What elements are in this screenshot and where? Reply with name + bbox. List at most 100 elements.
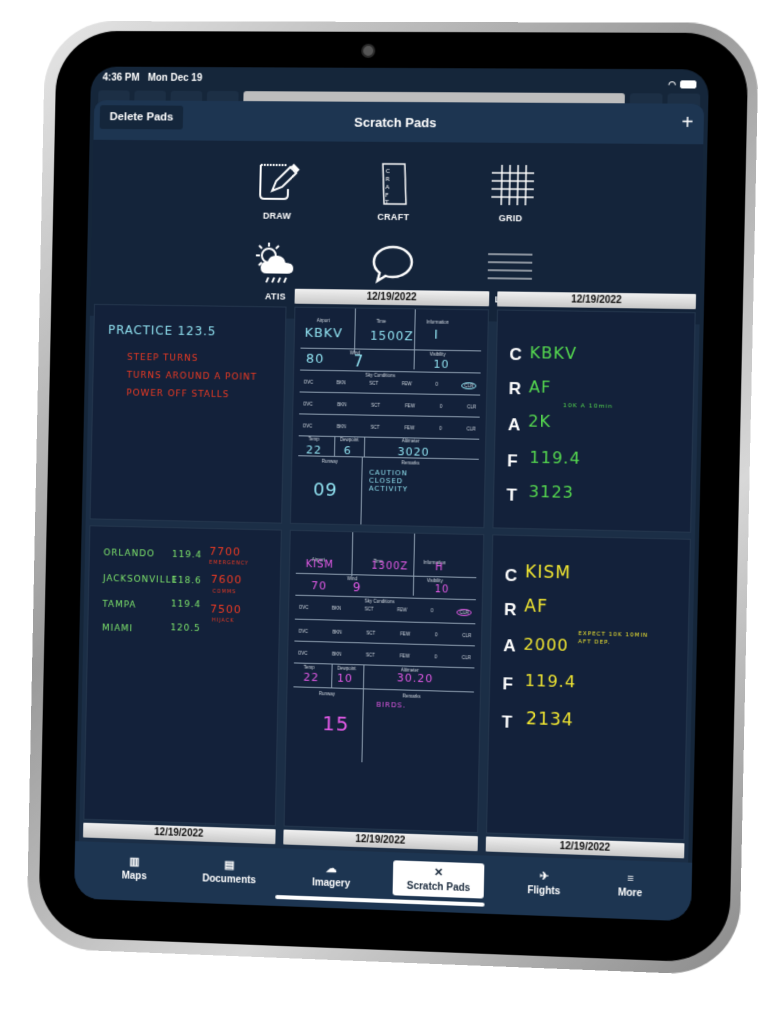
city-text: ORLANDO [103, 548, 155, 560]
lines-icon [485, 242, 534, 291]
sky-options-row: OVC BKN SCT FEW 0 CLR [297, 650, 471, 661]
craft-value: 2K [528, 411, 552, 432]
sky-conditions-label: Sky Conditions [365, 372, 396, 379]
tab-label: More [617, 887, 643, 900]
frequency-text: 118.6 [171, 575, 202, 587]
tab-more[interactable]: ≡ More [603, 868, 656, 904]
plus-icon: + [681, 111, 694, 135]
city-text: TAMPA [102, 599, 137, 611]
squawk-label: HIJACK [211, 617, 235, 625]
temp-label: Temp [308, 436, 320, 442]
notepad-pencil-icon [254, 158, 302, 206]
handwritten-text: STEEP TURNS [126, 352, 199, 364]
sky-options-row: OVC BKN SCT FEW 0 CLR [303, 380, 477, 390]
craft-letter: A [507, 415, 521, 435]
page-title: Scratch Pads [354, 114, 437, 130]
craft-value: KISM [524, 562, 572, 584]
visibility-value: 10 [433, 357, 450, 371]
speech-bubble-icon [372, 245, 413, 284]
dewpoint-label: Dewpoint [337, 665, 356, 672]
runway-value: 09 [312, 479, 339, 501]
handwritten-text: POWER OFF STALLS [126, 388, 230, 401]
tab-flights[interactable]: ✈ Flights [513, 864, 575, 901]
svg-text:A: A [385, 183, 390, 190]
handwritten-text: PRACTICE 123.5 [107, 322, 217, 339]
remarks-value: CAUTION CLOSED ACTIVITY [368, 468, 409, 494]
craft-letter: C [504, 565, 518, 586]
screen: 4:36 PM Mon Dec 19 ◠ Delete Pads Scratch… [73, 66, 710, 922]
craft-card-icon: CRAFT [381, 162, 406, 205]
airport-value: KBKV [304, 325, 344, 342]
svg-text:C: C [385, 167, 389, 174]
template-craft[interactable]: CRAFT CRAFT [335, 150, 453, 232]
scratch-pad[interactable]: Airport Time Information Wind Visibility… [282, 529, 485, 852]
tablet-bezel: 4:36 PM Mon Dec 19 ◠ Delete Pads Scratch… [38, 30, 749, 964]
sheet-header: Delete Pads Scratch Pads + [93, 100, 705, 145]
craft-letter: T [506, 485, 518, 505]
dewpoint-label: Dewpoint [339, 437, 359, 443]
scratch-pad[interactable]: 12/19/2022 Airport Time Information Wind… [289, 288, 490, 529]
template-grid[interactable]: GRID [451, 150, 571, 232]
tab-maps[interactable]: ▥ Maps [108, 850, 161, 887]
frequency-text: 119.4 [170, 599, 202, 611]
grid-icon [487, 160, 536, 209]
add-pad-button[interactable]: + [681, 112, 693, 135]
scratchpad-tools-icon: ✕ [433, 866, 444, 879]
pad-date: 12/19/2022 [294, 288, 490, 307]
menu-icon: ≡ [626, 872, 634, 885]
delete-pads-button[interactable]: Delete Pads [99, 105, 184, 130]
pad-canvas[interactable]: PRACTICE 123.5 STEEP TURNS TURNS AROUND … [89, 303, 287, 524]
pad-canvas[interactable]: C KBKV R AF A 2K 10K A 10min F 119.4 T 3… [492, 309, 696, 533]
pad-canvas[interactable]: Airport Time Information Wind Visibility… [283, 529, 485, 834]
pad-canvas[interactable]: Airport Time Information Wind Visibility… [289, 306, 490, 529]
svg-text:R: R [385, 175, 389, 182]
craft-value: 119.4 [529, 447, 582, 468]
scratch-pad[interactable]: ORLANDO 119.4 7700 EMERGENCY JACKSONVILL… [83, 525, 282, 845]
pads-grid: PRACTICE 123.5 STEEP TURNS TURNS AROUND … [83, 286, 697, 859]
camera-icon [361, 43, 376, 58]
frequency-text: 119.4 [171, 549, 203, 561]
altimeter-value: 3020 [397, 445, 430, 459]
remarks-label: Remarks [402, 693, 421, 699]
tab-scratch-pads[interactable]: ✕ Scratch Pads [392, 859, 485, 899]
craft-letter: F [507, 451, 518, 471]
scratch-pad[interactable]: C KISM R AF A 2000 EXPECT 10K 10MIN AFT … [485, 534, 691, 859]
craft-value: 3123 [528, 481, 575, 502]
craft-letter: T [501, 712, 513, 732]
tab-documents[interactable]: ▤ Documents [188, 853, 270, 891]
pad-canvas[interactable]: C KISM R AF A 2000 EXPECT 10K 10MIN AFT … [486, 534, 691, 841]
craft-value: 2000 [523, 634, 569, 655]
template-label: DRAW [262, 210, 292, 221]
city-text: JACKSONVILLE [102, 574, 179, 586]
remarks-value: BIRDS. [376, 700, 407, 710]
craft-value: KBKV [529, 343, 578, 363]
svg-text:T: T [384, 198, 389, 205]
wind-direction-value: 80 [305, 351, 325, 367]
tab-imagery[interactable]: ☁ Imagery [298, 856, 365, 893]
time-value: 1500Z [369, 328, 414, 344]
craft-letter: R [503, 599, 517, 620]
information-value: H [434, 562, 444, 574]
craft-note: EXPECT 10K 10MIN AFT DEP. [578, 631, 649, 646]
time-value: 1300Z [371, 560, 409, 573]
sky-options-row: OVC BKN SCT FEW 0 CLR [302, 401, 477, 410]
template-draw[interactable]: DRAW [219, 149, 336, 231]
frequency-text: 120.5 [170, 623, 201, 635]
weather-rain-icon [252, 239, 294, 287]
scratch-pad[interactable]: 12/19/2022 C KBKV R AF A 2K 10K A 10min … [492, 291, 697, 533]
runway-value: 15 [321, 711, 350, 736]
wind-speed-value: 9 [352, 580, 362, 595]
airport-label: Airport [316, 317, 330, 324]
tab-label: Scratch Pads [406, 880, 471, 894]
squawk-label: COMMS [212, 588, 237, 596]
visibility-value: 10 [434, 584, 450, 596]
scratch-pad[interactable]: PRACTICE 123.5 STEEP TURNS TURNS AROUND … [89, 286, 287, 524]
tab-label: Imagery [311, 876, 351, 890]
pad-canvas[interactable]: ORLANDO 119.4 7700 EMERGENCY JACKSONVILL… [83, 525, 282, 827]
atis-form: Airport Time Information Wind Visibility… [284, 531, 483, 832]
sky-options-row: OVC BKN SCT FEW 0 CLR [302, 423, 476, 432]
handwritten-text: TURNS AROUND A POINT [126, 370, 258, 383]
wifi-icon: ◠ [667, 78, 677, 89]
craft-letter: C [509, 344, 523, 365]
craft-letter: F [502, 674, 514, 694]
